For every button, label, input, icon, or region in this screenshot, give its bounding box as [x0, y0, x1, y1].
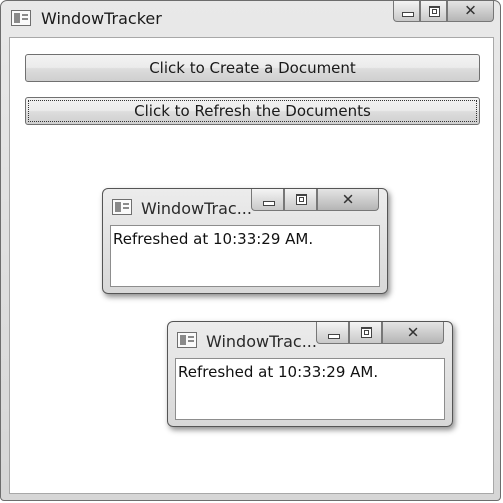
maximize-icon: [429, 6, 440, 17]
document-caption-buttons: ✕: [251, 189, 379, 211]
refresh-status-text: Refreshed at 10:33:29 AM.: [178, 363, 379, 381]
document-close-button[interactable]: ✕: [317, 189, 379, 211]
document-maximize-button[interactable]: [349, 322, 382, 344]
refresh-documents-button[interactable]: Click to Refresh the Documents: [25, 97, 480, 125]
main-window: WindowTracker ✕ Click to Create a Docume…: [0, 0, 501, 501]
minimize-button[interactable]: [393, 1, 420, 22]
main-titlebar[interactable]: WindowTracker ✕: [1, 1, 500, 35]
close-button[interactable]: ✕: [447, 1, 494, 22]
close-icon: ✕: [341, 190, 355, 209]
document-window-icon: [177, 332, 197, 348]
document-minimize-button[interactable]: [316, 322, 349, 344]
document-window-icon: [112, 199, 132, 215]
document-window-title: WindowTrac...: [141, 199, 252, 218]
close-icon: ✕: [464, 1, 477, 20]
close-icon: ✕: [406, 323, 420, 342]
app-window-icon: [11, 10, 31, 26]
create-document-button[interactable]: Click to Create a Document: [25, 54, 480, 82]
window-title: WindowTracker: [41, 9, 162, 28]
document-window-1[interactable]: WindowTrac... ✕ Refreshed at 10:33:29 AM…: [102, 188, 388, 294]
minimize-icon: [263, 201, 275, 206]
document-maximize-button[interactable]: [284, 189, 317, 211]
caption-buttons: ✕: [393, 1, 494, 22]
maximize-button[interactable]: [420, 1, 447, 22]
refresh-status-text: Refreshed at 10:33:29 AM.: [113, 230, 314, 248]
document-window-2[interactable]: WindowTrac... ✕ Refreshed at 10:33:29 AM…: [167, 321, 453, 427]
document-caption-buttons: ✕: [316, 322, 444, 344]
document-close-button[interactable]: ✕: [382, 322, 444, 344]
document-content[interactable]: Refreshed at 10:33:29 AM.: [175, 358, 445, 420]
maximize-icon: [361, 327, 372, 338]
minimize-icon: [402, 12, 414, 17]
document-content[interactable]: Refreshed at 10:33:29 AM.: [110, 225, 380, 287]
maximize-icon: [296, 194, 307, 205]
document-minimize-button[interactable]: [251, 189, 284, 211]
minimize-icon: [328, 334, 340, 339]
document-window-title: WindowTrac...: [206, 332, 317, 351]
